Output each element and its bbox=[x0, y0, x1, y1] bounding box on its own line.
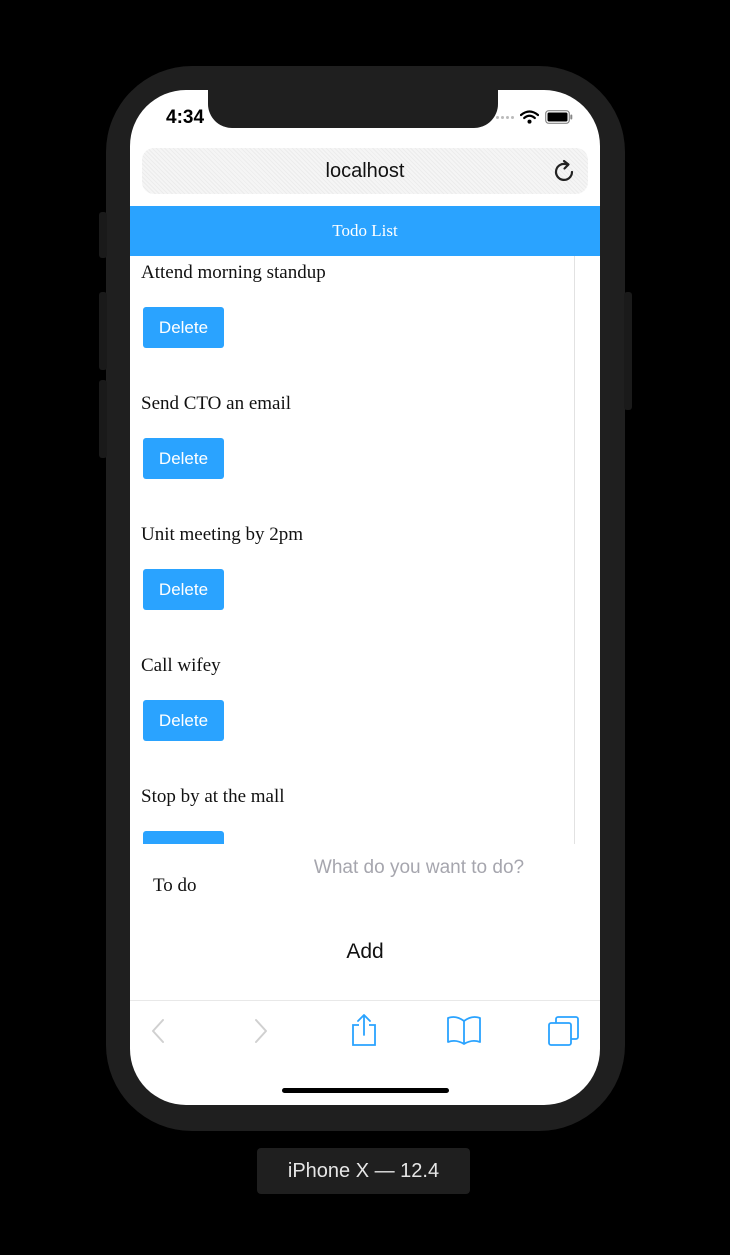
todo-item: Unit meeting by 2pm Delete bbox=[130, 518, 574, 649]
delete-button[interactable]: Delete bbox=[143, 438, 224, 479]
device-label: iPhone X — 12.4 bbox=[257, 1148, 470, 1194]
delete-button[interactable]: Delete bbox=[143, 307, 224, 348]
status-icons bbox=[496, 110, 573, 124]
page-title: Todo List bbox=[332, 221, 398, 240]
battery-icon bbox=[545, 110, 573, 124]
address-bar[interactable]: localhost bbox=[142, 148, 588, 194]
back-icon[interactable] bbox=[150, 1017, 166, 1050]
delete-button[interactable]: Delete bbox=[143, 569, 224, 610]
add-button[interactable]: Add bbox=[320, 933, 410, 971]
volume-up-button bbox=[99, 292, 107, 370]
todo-item: Attend morning standup Delete bbox=[130, 256, 574, 387]
todo-item: Call wifey Delete bbox=[130, 649, 574, 780]
todo-input[interactable] bbox=[284, 852, 554, 884]
signal-icon bbox=[496, 115, 514, 119]
delete-button[interactable]: Delete bbox=[143, 700, 224, 741]
bookmarks-icon[interactable] bbox=[446, 1015, 482, 1050]
todo-item: Send CTO an email Delete bbox=[130, 387, 574, 518]
todo-text: Call wifey bbox=[141, 655, 221, 676]
status-time: 4:34 bbox=[166, 107, 205, 128]
phone-screen: 4:34 localhost Todo List Attend morning … bbox=[130, 90, 600, 1105]
todo-input-label: To do bbox=[153, 875, 197, 896]
todo-text: Attend morning standup bbox=[141, 262, 326, 283]
url-text: localhost bbox=[325, 159, 405, 182]
todo-text: Send CTO an email bbox=[141, 393, 292, 414]
forward-icon[interactable] bbox=[253, 1017, 269, 1050]
todo-list[interactable]: Attend morning standup Delete Send CTO a… bbox=[130, 256, 575, 844]
todo-text: Unit meeting by 2pm bbox=[141, 524, 304, 545]
todo-item: Stop by at the mall Delete bbox=[130, 780, 574, 844]
wifi-icon bbox=[520, 110, 539, 124]
app-header: Todo List bbox=[130, 206, 600, 256]
home-indicator[interactable] bbox=[282, 1088, 449, 1093]
power-button bbox=[624, 292, 632, 410]
todo-text: Stop by at the mall bbox=[141, 786, 285, 807]
reload-icon[interactable] bbox=[554, 159, 576, 188]
volume-down-button bbox=[99, 380, 107, 458]
notch bbox=[208, 90, 498, 128]
delete-button[interactable]: Delete bbox=[143, 831, 224, 844]
tabs-icon[interactable] bbox=[547, 1015, 581, 1052]
mute-switch bbox=[99, 212, 107, 258]
browser-toolbar bbox=[130, 1000, 600, 1069]
share-icon[interactable] bbox=[350, 1013, 378, 1052]
